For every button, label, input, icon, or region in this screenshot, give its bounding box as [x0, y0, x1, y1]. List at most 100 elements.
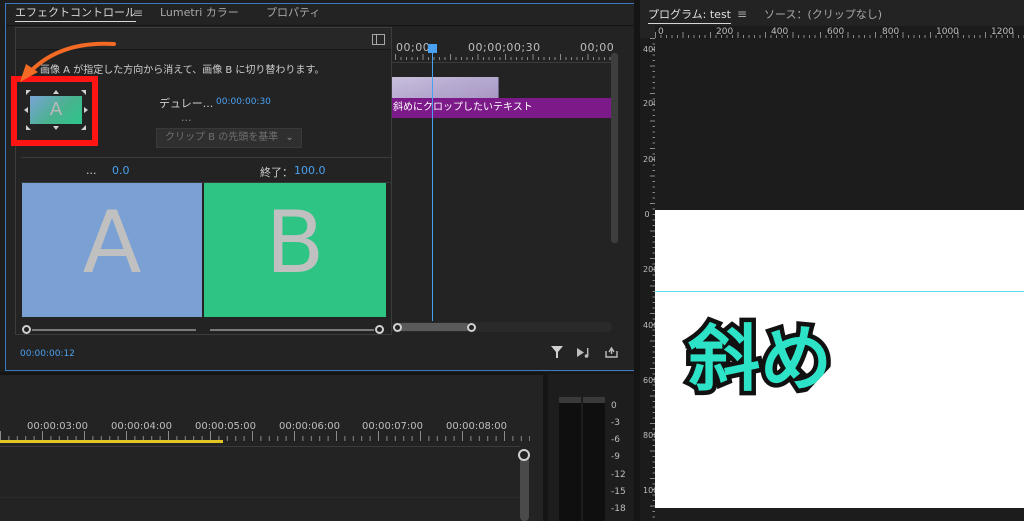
ruler-tick — [487, 436, 489, 441]
ruler-tick — [327, 436, 329, 441]
timeline-scroll-handle[interactable] — [518, 449, 530, 461]
ruler-tick — [510, 57, 512, 60]
tab-program[interactable]: プログラム: test — [648, 6, 731, 24]
playhead-handle[interactable] — [428, 44, 437, 53]
ruler-tick — [310, 436, 312, 441]
ruler-left-label: 0 — [644, 210, 650, 219]
ruler-tick — [587, 54, 589, 60]
ruler-tick — [400, 57, 402, 60]
ruler-tick — [369, 436, 371, 441]
tab-lumetri-color[interactable]: Lumetri カラー — [160, 4, 239, 20]
panel-menu-icon[interactable]: ≡ — [133, 6, 143, 20]
ruler-top-label: 0 — [658, 27, 664, 37]
timeline-vertical-scrollbar[interactable] — [520, 451, 529, 521]
meter-right-channel — [583, 397, 605, 521]
current-time[interactable]: 00:00:00:12 — [20, 349, 75, 359]
work-area-bar[interactable] — [0, 440, 223, 443]
ruler-tick — [302, 436, 304, 441]
filter-icon[interactable] — [551, 346, 563, 358]
start-slider-track[interactable] — [32, 329, 196, 331]
guide-line[interactable] — [655, 291, 1024, 292]
ruler-left-label: 1000 — [643, 487, 663, 495]
preview-a: A — [22, 183, 202, 317]
track-divider — [0, 497, 520, 498]
ruler-tick — [455, 57, 457, 60]
ruler-tick — [285, 436, 287, 441]
start-value[interactable]: 0.0 — [112, 164, 130, 177]
expand-panel-icon[interactable] — [372, 34, 385, 45]
ruler-tick — [512, 436, 514, 441]
ruler-tick — [445, 436, 447, 441]
db-label: -9 — [611, 452, 620, 462]
ruler-tick — [554, 57, 556, 60]
transition-clip[interactable] — [389, 77, 499, 99]
ruler-tick — [386, 436, 388, 441]
tab-source[interactable]: ソース：(クリップなし) — [764, 6, 882, 22]
ruler-tick — [521, 57, 523, 60]
db-label: -12 — [611, 470, 626, 480]
ruler-tick — [478, 436, 480, 441]
ruler-tick — [361, 436, 363, 441]
play-audio-icon[interactable] — [577, 347, 593, 358]
ruler-tick — [571, 57, 572, 60]
ruler-tick — [527, 57, 528, 60]
ruler-tick — [466, 57, 468, 60]
program-menu-icon[interactable]: ≡ — [737, 7, 747, 21]
program-canvas-top — [655, 38, 1024, 210]
ruler-tick — [477, 54, 479, 60]
end-value[interactable]: 100.0 — [294, 164, 326, 177]
export-icon[interactable] — [605, 346, 618, 358]
ec-scroll-left-handle[interactable] — [393, 323, 402, 332]
ruler-tick — [243, 436, 245, 441]
tab-effect-controls[interactable]: エフェクトコントロール — [15, 4, 136, 22]
preview-b-letter: B — [265, 193, 325, 293]
preview-a-letter: A — [82, 193, 142, 293]
ruler-tick — [436, 436, 438, 441]
end-slider-knob[interactable] — [375, 325, 384, 334]
ruler-tick — [336, 431, 337, 441]
timeline-divider — [0, 446, 520, 447]
meter-left-channel — [559, 397, 581, 521]
text-clip[interactable]: 斜めにクロップしたいテキスト — [389, 98, 611, 118]
ruler-tick — [516, 57, 517, 60]
ruler-tick — [598, 57, 600, 60]
ruler-tick — [543, 57, 545, 60]
ruler-tick — [504, 431, 505, 441]
alignment-value: クリップ B の先頭を基準 — [165, 132, 279, 143]
db-label: -15 — [611, 487, 626, 497]
ruler-tick — [268, 436, 270, 441]
duration-value[interactable]: 00:00:00:30 — [216, 97, 271, 107]
ruler-top-label: 200 — [716, 27, 734, 37]
ruler-tick — [488, 57, 490, 60]
alignment-dropdown[interactable]: クリップ B の先頭を基準 ⌄ — [156, 128, 302, 148]
ruler-top-label: 1200 — [991, 27, 1014, 37]
ruler-tick — [453, 436, 455, 441]
ruler-left-label: 200 — [643, 265, 659, 274]
ruler-left-label: 200 — [643, 99, 659, 108]
end-slider-track[interactable] — [210, 329, 374, 331]
ruler-tick — [403, 436, 405, 441]
ruler-left-label: 800 — [643, 431, 659, 440]
db-label: -3 — [611, 418, 620, 428]
ruler-time-mid: 00;00;00;30 — [468, 41, 541, 54]
ruler-tick — [417, 57, 418, 60]
tab-properties[interactable]: プロパティ — [266, 4, 320, 20]
playhead-line[interactable] — [432, 46, 433, 321]
chevron-down-icon: ⌄ — [285, 132, 294, 143]
ruler-tick — [260, 436, 262, 441]
ec-vertical-scrollbar[interactable] — [611, 53, 618, 243]
ruler-left-label: 400 — [643, 321, 659, 330]
ruler-tick — [565, 57, 567, 60]
timeline-panel — [0, 374, 543, 521]
start-slider-knob[interactable] — [22, 325, 31, 334]
ruler-tick — [505, 54, 506, 60]
ec-scroll-thumb[interactable] — [393, 323, 470, 331]
ruler-tick — [352, 436, 354, 441]
orange-arrow-icon — [20, 41, 116, 82]
ec-scroll-right-handle[interactable] — [467, 323, 476, 332]
ruler-tick — [394, 436, 396, 441]
ruler-tick — [461, 57, 462, 60]
ruler-top-label: 800 — [882, 27, 900, 37]
ruler-tick — [422, 54, 424, 60]
ruler-tick — [499, 57, 501, 60]
